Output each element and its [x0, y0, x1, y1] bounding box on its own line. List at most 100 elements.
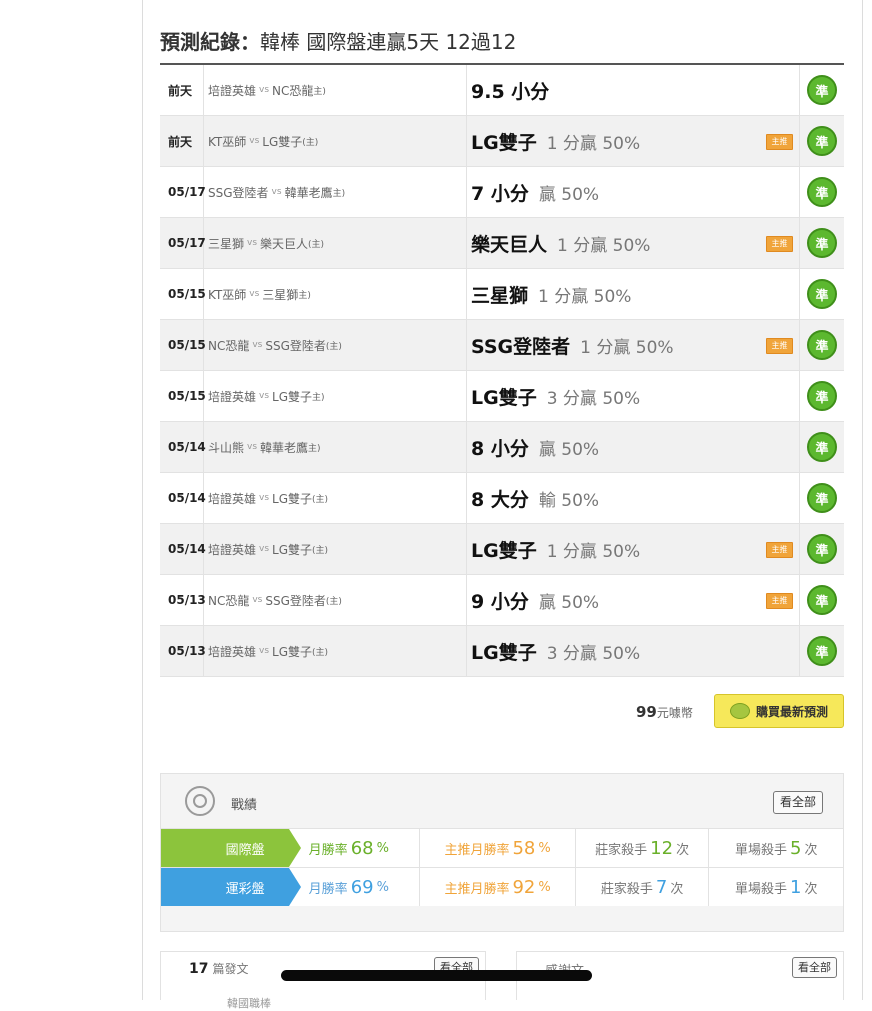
home-team: LG雙子 [272, 644, 313, 659]
accurate-badge-icon: 準 [807, 330, 837, 360]
accurate-badge-icon: 準 [807, 432, 837, 462]
featured-tag: 主推 [766, 134, 793, 150]
pick-result: 1 分贏 50% [546, 133, 641, 154]
post-count-value: 17 [189, 961, 209, 977]
away-team: SSG登陸者 [208, 185, 269, 200]
away-team: 培證英雄 [208, 491, 257, 506]
monthly-win-rate-value: 69 [350, 876, 374, 898]
single-game-killer-unit: 次 [804, 842, 818, 858]
prediction-row[interactable]: 05/15 培證英雄 vs LG雙子 主) LG雙子 3 分贏 50% 準 [160, 371, 844, 422]
vs-label: vs [271, 187, 282, 197]
pick-result: 3 分贏 50% [546, 388, 641, 409]
prediction-row[interactable]: 05/17 三星獅 vs 樂天巨人 (主) 樂天巨人 1 分贏 50% 主推準 [160, 218, 844, 269]
prediction-match: 培證英雄 vs LG雙子 (主) [204, 524, 467, 574]
pick-main: 三星獅 [471, 284, 529, 307]
prediction-pick: 9 小分贏 50% 主推 [467, 575, 800, 625]
record-panel: 戰績 看全部 國際盤 月勝率 68% 主推月勝率 58% 莊家殺手 12 次 單場殺手 5… [160, 773, 844, 932]
prediction-pick: LG雙子 3 分贏 50% [467, 626, 800, 676]
buy-latest-prediction-button[interactable]: 購買最新預測 [714, 694, 844, 728]
bookmaker-killer-label: 莊家殺手 [595, 842, 648, 858]
record-view-all-button[interactable]: 看全部 [772, 791, 823, 814]
buy-button-label: 購買最新預測 [755, 704, 828, 719]
pick-main: 8 大分 [471, 488, 529, 511]
prediction-row[interactable]: 05/13 NC恐龍 vs SSG登陸者 (主) 9 小分贏 50% 主推準 [160, 575, 844, 626]
accurate-badge-icon: 準 [807, 228, 837, 258]
pick-result: 3 分贏 50% [546, 643, 641, 664]
target-icon [185, 786, 215, 816]
away-team: NC恐龍 [208, 338, 250, 353]
away-team: 培證英雄 [208, 83, 257, 98]
prediction-match: 培證英雄 vs LG雙子 主) [204, 371, 467, 421]
prediction-date: 05/14 [160, 422, 206, 472]
monthly-win-rate-label: 月勝率 [308, 881, 348, 897]
away-team: KT巫師 [208, 287, 247, 302]
featured-tag: 主推 [766, 338, 793, 354]
prediction-row[interactable]: 05/14 斗山熊 vs 韓華老鷹 主) 8 小分贏 50% 準 [160, 422, 844, 473]
prediction-row[interactable]: 05/14 培證英雄 vs LG雙子 (主) LG雙子 1 分贏 50% 主推準 [160, 524, 844, 575]
prediction-row[interactable]: 05/17 SSG登陸者 vs 韓華老鷹 主) 7 小分贏 50% 準 [160, 167, 844, 218]
home-team: LG雙子 [272, 389, 313, 404]
away-team: 培證英雄 [208, 644, 257, 659]
record-row-lottery: 運彩盤 月勝率 69% 主推月勝率 92% 莊家殺手 7 次 單場殺手 1 次 [161, 867, 843, 906]
away-team: 斗山熊 [208, 440, 245, 455]
prediction-row[interactable]: 05/15 NC恐龍 vs SSG登陸者 (主) SSG登陸者 1 分贏 50% 主推準 [160, 320, 844, 371]
post-count: 17 篇發文 [189, 960, 249, 977]
page-right-border [862, 0, 863, 1000]
prediction-match: 斗山熊 vs 韓華老鷹 主) [204, 422, 467, 472]
vs-label: vs [259, 646, 270, 656]
bookmaker-killer-unit: 次 [670, 881, 684, 897]
prediction-date: 前天 [160, 65, 204, 115]
page-title-rest: 韓棒 國際盤連贏5天 12過12 [260, 30, 517, 54]
pick-main: 9.5 小分 [471, 80, 550, 103]
pick-main: LG雙子 [471, 386, 537, 409]
post-list-item[interactable]: 韓國職棒 [227, 995, 271, 1011]
bookmaker-killer-label: 莊家殺手 [600, 881, 653, 897]
home-marker: (主) [325, 596, 342, 607]
prediction-match: KT巫師 vs LG雙子 (主) [204, 116, 467, 166]
pick-result: 1 分贏 50% [538, 286, 632, 307]
prediction-match: 培證英雄 vs LG雙子 (主) [204, 626, 467, 676]
home-team: 樂天巨人 [260, 236, 309, 251]
price-amount: 99 [636, 703, 657, 721]
prediction-row[interactable]: 05/15 KT巫師 vs 三星獅 主) 三星獅 1 分贏 50% 準 [160, 269, 844, 320]
prediction-row[interactable]: 05/14 培證英雄 vs LG雙子 (主) 8 大分輸 50% 準 [160, 473, 844, 524]
home-marker: (主) [325, 341, 342, 352]
prediction-badge-cell: 準 [800, 116, 844, 166]
home-team: LG雙子 [262, 134, 303, 149]
prediction-match: SSG登陸者 vs 韓華老鷹 主) [204, 167, 467, 217]
prediction-row[interactable]: 前天 培證英雄 vs NC恐龍 主) 9.5 小分準 [160, 65, 844, 116]
accurate-badge-icon: 準 [807, 636, 837, 666]
single-game-killer-value: 5 [789, 837, 802, 859]
prediction-match: KT巫師 vs 三星獅 主) [204, 269, 467, 319]
featured-win-rate: 主推月勝率 58% [419, 829, 575, 867]
pick-result: 輸 50% [538, 490, 600, 511]
prediction-date: 05/13 [160, 626, 206, 676]
page-title-bold: 預測紀錄： [160, 30, 260, 54]
prediction-badge-cell: 準 [800, 422, 844, 472]
pick-main: LG雙子 [471, 641, 537, 664]
prediction-row[interactable]: 05/13 培證英雄 vs LG雙子 (主) LG雙子 3 分贏 50% 準 [160, 626, 844, 677]
prediction-pick: 三星獅 1 分贏 50% [467, 269, 800, 319]
pick-main: 樂天巨人 [471, 233, 548, 256]
accurate-badge-icon: 準 [807, 177, 837, 207]
home-marker: (主) [308, 239, 325, 250]
prediction-row[interactable]: 前天 KT巫師 vs LG雙子 (主) LG雙子 1 分贏 50% 主推準 [160, 116, 844, 167]
bookmaker-killer-value: 12 [650, 837, 674, 859]
prediction-date: 05/15 [160, 371, 206, 421]
vs-label: vs [259, 544, 270, 554]
prediction-table: 前天 培證英雄 vs NC恐龍 主) 9.5 小分準前天 KT巫師 vs LG雙子 (主) LG雙子… [160, 63, 844, 677]
away-team: 培證英雄 [208, 389, 257, 404]
featured-tag: 主推 [766, 236, 793, 252]
vs-label: vs [249, 289, 260, 299]
home-indicator[interactable] [281, 970, 592, 981]
page-left-border [142, 0, 143, 1000]
accurate-badge-icon: 準 [807, 381, 837, 411]
thanks-view-all-button[interactable]: 看全部 [792, 957, 837, 978]
prediction-badge-cell: 準 [800, 524, 844, 574]
away-team: NC恐龍 [208, 593, 250, 608]
home-team: 韓華老鷹 [260, 440, 309, 455]
home-team: LG雙子 [272, 491, 313, 506]
pick-main: 7 小分 [471, 182, 529, 205]
away-team: 三星獅 [208, 236, 245, 251]
pick-result: 贏 50% [538, 439, 600, 460]
